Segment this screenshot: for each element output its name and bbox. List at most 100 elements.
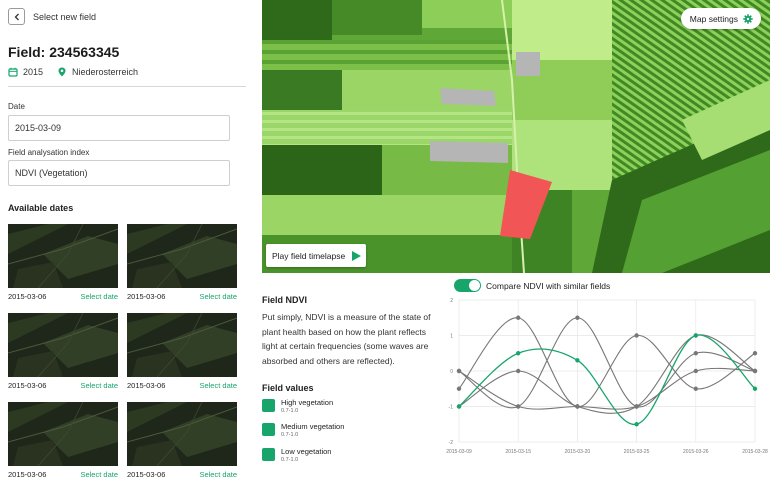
date-thumbnail[interactable]: 2015-03-06 Select date [8, 402, 118, 479]
data-point [575, 404, 580, 409]
legend-name: Low vegetation [281, 447, 332, 456]
legend-item: Low vegetation 0.7-1.0 [262, 447, 331, 465]
legend-item: Medium vegetation 0.7-1.0 [262, 422, 344, 440]
compare-toggle-row[interactable]: Compare NDVI with similar fields [454, 279, 610, 292]
x-tick-label: 2015-03-20 [565, 449, 591, 455]
satellite-thumbnail[interactable] [8, 313, 118, 377]
legend-range: 0.7-1.0 [281, 457, 299, 463]
data-point [516, 315, 521, 320]
select-date-link[interactable]: Select date [199, 292, 237, 301]
satellite-thumbnail[interactable] [127, 224, 237, 288]
sidebar: Select new field Field: 234563345 2015 N… [0, 0, 255, 481]
select-date-link[interactable]: Select date [80, 292, 118, 301]
legend-name: Medium vegetation [281, 422, 345, 431]
date-label: Date [8, 102, 25, 111]
data-point [456, 386, 462, 391]
data-point [516, 404, 521, 409]
date-thumbnail[interactable]: 2015-03-06 Select date [127, 402, 237, 479]
thumbnail-date: 2015-03-06 [127, 292, 166, 301]
data-point [752, 386, 758, 391]
select-date-link[interactable]: Select date [80, 470, 118, 479]
data-point [634, 422, 639, 427]
legend-swatch [262, 399, 275, 412]
thumbnail-date: 2015-03-06 [127, 381, 166, 390]
legend-range: 0.7-1.0 [281, 408, 299, 414]
satellite-thumbnail[interactable] [8, 402, 118, 466]
data-point [693, 351, 698, 356]
legend-swatch [262, 423, 275, 436]
data-point [456, 368, 462, 374]
legend-name: High vegetation [281, 398, 334, 407]
index-label: Field analysation index [8, 148, 90, 157]
x-tick-label: 2015-03-26 [683, 449, 709, 455]
thumbnail-date: 2015-03-06 [127, 470, 166, 479]
field-title: Field: 234563345 [8, 44, 120, 60]
data-point [693, 386, 698, 391]
satellite-thumbnail[interactable] [127, 402, 237, 466]
available-dates-title: Available dates [8, 203, 74, 213]
data-point [693, 333, 698, 338]
data-point [752, 351, 758, 356]
x-tick-label: 2015-03-09 [446, 449, 472, 455]
back-row[interactable]: Select new field [8, 8, 96, 25]
compare-toggle-label: Compare NDVI with similar fields [486, 280, 611, 291]
data-point [516, 351, 521, 356]
data-point [634, 333, 639, 338]
play-icon [350, 250, 362, 262]
date-thumbnail[interactable]: 2015-03-06 Select date [127, 224, 237, 301]
field-region: Niederosterreich [72, 67, 139, 77]
y-tick-label: -1 [449, 405, 454, 411]
divider [8, 86, 246, 87]
legend-range: 0.7-1.0 [281, 432, 299, 438]
series-line [458, 334, 756, 425]
thumbnail-date: 2015-03-06 [8, 292, 47, 301]
field-meta: 2015 Niederosterreich [8, 67, 138, 77]
y-tick-label: -2 [449, 440, 454, 446]
field-year: 2015 [23, 67, 44, 77]
ndvi-description: Put simply, NDVI is a measure of the sta… [262, 312, 431, 366]
back-button[interactable] [8, 8, 25, 25]
date-thumbnail[interactable]: 2015-03-06 Select date [8, 313, 118, 390]
timelapse-label: Play field timelapse [272, 250, 346, 261]
map-settings-button[interactable]: Map settings [680, 8, 761, 29]
compare-toggle[interactable] [454, 279, 481, 292]
data-point [693, 368, 698, 374]
thumbnail-date: 2015-03-06 [8, 381, 47, 390]
select-date-link[interactable]: Select date [199, 470, 237, 479]
x-tick-label: 2015-03-15 [505, 449, 531, 455]
y-tick-label: 1 [450, 334, 453, 340]
date-input[interactable] [8, 115, 230, 141]
back-label[interactable]: Select new field [33, 12, 96, 22]
data-point [456, 404, 462, 409]
date-thumbnail[interactable]: 2015-03-06 Select date [8, 224, 118, 301]
satellite-thumbnail[interactable] [127, 313, 237, 377]
calendar-icon [8, 67, 18, 77]
select-date-link[interactable]: Select date [199, 381, 237, 390]
x-tick-label: 2015-03-28 [742, 449, 768, 455]
legend-item: High vegetation 0.7-1.0 [262, 398, 333, 416]
index-select[interactable] [8, 160, 230, 186]
chevron-left-icon [14, 13, 19, 20]
field-values-title: Field values [262, 383, 314, 393]
x-tick-label: 2015-03-25 [624, 449, 650, 455]
data-point [575, 358, 580, 363]
select-date-link[interactable]: Select date [80, 381, 118, 390]
y-tick-label: 2 [450, 298, 453, 304]
satellite-thumbnail[interactable] [8, 224, 118, 288]
thumbnail-date: 2015-03-06 [8, 470, 47, 479]
data-point [752, 368, 758, 374]
data-point [516, 368, 521, 374]
ndvi-chart: 2 1 0 -1 -2 2015-03-09 2015-03-15 2015-03-20 201… [446, 298, 768, 455]
map-settings-label: Map settings [689, 13, 738, 24]
data-point [575, 315, 580, 320]
date-thumbnail[interactable]: 2015-03-06 Select date [127, 313, 237, 390]
field-ndvi-title: Field NDVI [262, 295, 308, 305]
data-point [634, 404, 639, 409]
satellite-map[interactable] [262, 0, 770, 273]
toggle-knob [469, 280, 480, 291]
map-view[interactable]: Map settings Play field timelapse [262, 0, 770, 273]
y-tick-label: 0 [450, 369, 453, 375]
location-pin-icon [57, 67, 67, 77]
legend-swatch [262, 448, 275, 461]
play-timelapse-button[interactable]: Play field timelapse [266, 244, 367, 267]
